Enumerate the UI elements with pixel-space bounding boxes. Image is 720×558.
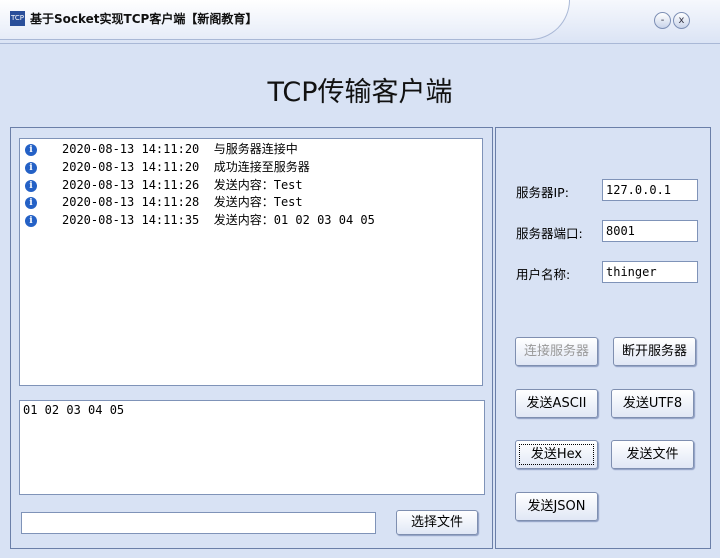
user-input[interactable]: thinger xyxy=(602,261,698,283)
log-time: 2020-08-13 14:11:28 xyxy=(62,195,200,210)
ip-input[interactable]: 127.0.0.1 xyxy=(602,179,698,201)
log-message: 发送内容：Test xyxy=(213,177,303,192)
log-list[interactable]: i 2020-08-13 14:11:20 与服务器连接中 i 2020-08-13 … xyxy=(19,138,483,386)
window-title: 基于Socket实现TCP客户端【新阁教育】 xyxy=(30,12,258,26)
log-time: 2020-08-13 14:11:26 xyxy=(62,177,200,192)
log-message: 发送内容：01 02 03 04 05 xyxy=(213,213,375,228)
minimize-button[interactable]: - xyxy=(654,12,671,29)
info-icon: i xyxy=(25,161,37,174)
user-label: 用户名称: xyxy=(516,267,571,282)
send-ascii-button[interactable]: 发送ASCII xyxy=(515,389,598,418)
log-entry[interactable]: i 2020-08-13 14:11:28 发送内容：Test xyxy=(20,194,482,212)
info-icon: i xyxy=(25,197,37,210)
log-message: 与服务器连接中 xyxy=(213,142,298,156)
send-utf8-button[interactable]: 发送UTF8 xyxy=(611,389,694,418)
log-time: 2020-08-13 14:11:20 xyxy=(62,142,200,156)
file-path-input[interactable] xyxy=(21,512,376,534)
send-file-button[interactable]: 发送文件 xyxy=(611,440,694,469)
log-message: 成功连接至服务器 xyxy=(213,159,310,174)
send-textarea[interactable]: 01 02 03 04 05 xyxy=(19,400,485,495)
send-json-button[interactable]: 发送JSON xyxy=(515,492,598,521)
log-message: 发送内容：Test xyxy=(213,195,303,210)
info-icon: i xyxy=(25,215,37,228)
log-entry[interactable]: i 2020-08-13 14:11:35 发送内容：01 02 03 04 05 xyxy=(20,212,482,230)
info-icon: i xyxy=(25,179,37,192)
title-bar: TCP 基于Socket实现TCP客户端【新阁教育】 - x xyxy=(0,0,720,44)
disconnect-button[interactable]: 断开服务器 xyxy=(613,337,696,366)
close-button[interactable]: x xyxy=(673,12,690,29)
page-title: TCP传输客户端 xyxy=(267,77,453,108)
choose-file-button[interactable]: 选择文件 xyxy=(396,510,478,535)
info-icon: i xyxy=(25,144,37,156)
port-input[interactable]: 8001 xyxy=(602,220,698,242)
connect-button[interactable]: 连接服务器 xyxy=(515,337,598,366)
send-hex-button[interactable]: 发送Hex xyxy=(515,440,598,469)
log-entry[interactable]: i 2020-08-13 14:11:20 与服务器连接中 xyxy=(20,141,482,159)
log-entry[interactable]: i 2020-08-13 14:11:20 成功连接至服务器 xyxy=(20,159,482,177)
ip-label: 服务器IP: xyxy=(516,185,569,200)
port-label: 服务器端口: xyxy=(516,226,583,241)
log-time: 2020-08-13 14:11:20 xyxy=(62,159,200,174)
log-time: 2020-08-13 14:11:35 xyxy=(62,213,200,228)
app-icon: TCP xyxy=(10,11,25,26)
log-entry[interactable]: i 2020-08-13 14:11:26 发送内容：Test xyxy=(20,177,482,195)
